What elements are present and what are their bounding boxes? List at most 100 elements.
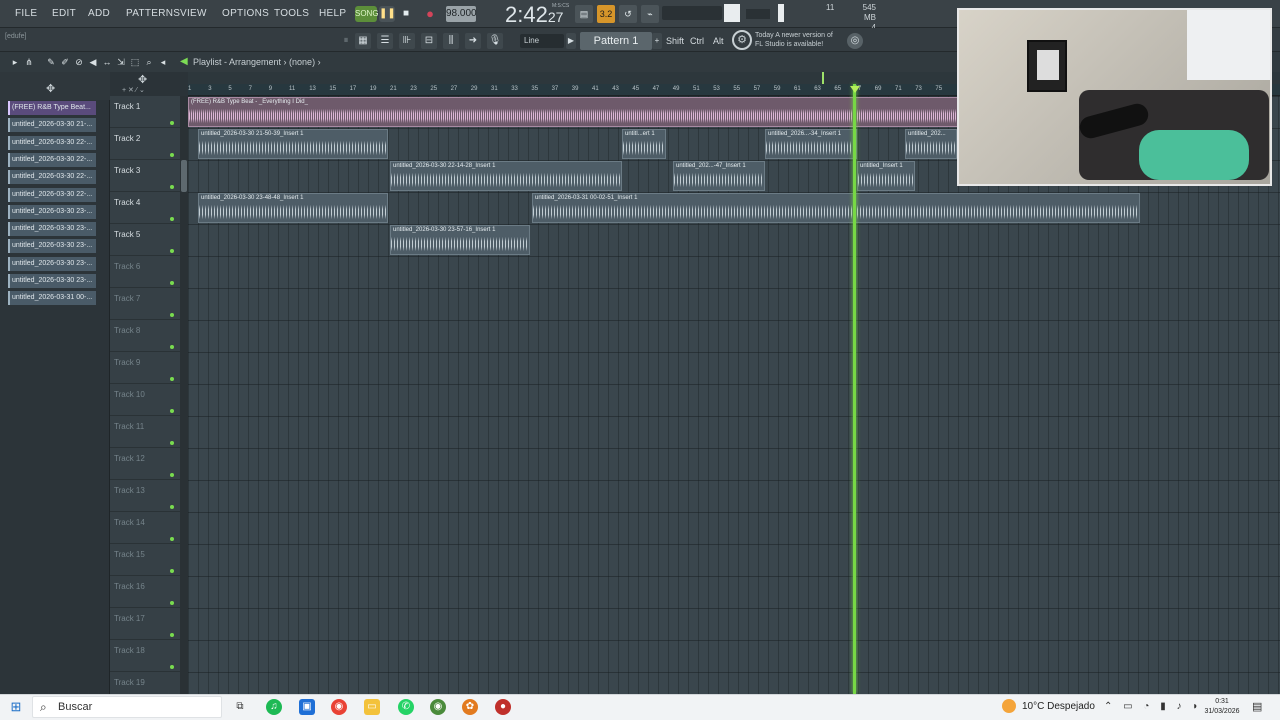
system-tray[interactable]: ⌃ ▭ ◔ ▮ ♪ ◗ xyxy=(1104,701,1202,712)
channel-rack-icon[interactable]: ☰ xyxy=(377,33,393,49)
track-header[interactable]: Track 17 xyxy=(110,608,180,640)
audio-clip[interactable]: untitl...ert 1 xyxy=(622,129,666,159)
ctrl-key-button[interactable]: Ctrl xyxy=(690,36,704,46)
typing-keyboard-icon[interactable]: ▤ xyxy=(575,5,593,23)
track-mute-led[interactable] xyxy=(170,665,174,669)
menu-patterns[interactable]: PATTERNS xyxy=(126,8,180,19)
track-header[interactable]: Track 4 xyxy=(110,192,180,224)
audio-clip[interactable]: untitled_2026-03-30 22-14-28_Insert 1 xyxy=(390,161,622,191)
chrome-icon[interactable]: ◉ xyxy=(331,699,347,715)
clip-list-item[interactable]: untitled_2026-03-31 00-... xyxy=(8,291,96,306)
pattern-prev-icon[interactable]: ▶ xyxy=(566,33,576,49)
track-mute-led[interactable] xyxy=(170,217,174,221)
obs-icon[interactable]: ● xyxy=(495,699,511,715)
loop-record-icon[interactable]: ↺ xyxy=(619,5,637,23)
pattern-add-icon[interactable]: + xyxy=(652,33,662,49)
stop-button[interactable]: ■ xyxy=(399,6,413,22)
track-header[interactable]: Track 7 xyxy=(110,288,180,320)
plugin-picker-icon[interactable]: ➜ xyxy=(465,33,481,49)
browser-icon[interactable]: ⫼ xyxy=(443,33,459,49)
audio-clip[interactable]: untitled_2026...-34_Insert 1 xyxy=(765,129,857,159)
track-mute-led[interactable] xyxy=(170,569,174,573)
track-mute-led[interactable] xyxy=(170,281,174,285)
track-header[interactable]: Track 10 xyxy=(110,384,180,416)
store-icon[interactable]: ▣ xyxy=(299,699,315,715)
track-mute-led[interactable] xyxy=(170,313,174,317)
clip-list-item[interactable]: untitled_2026-03-30 21-... xyxy=(8,118,96,133)
track-mute-led[interactable] xyxy=(170,441,174,445)
playhead[interactable] xyxy=(853,84,856,694)
playlist-menu-icon[interactable]: ▸ xyxy=(10,57,20,67)
microphone-icon[interactable]: 🎙 xyxy=(487,33,503,49)
select-tool-icon[interactable]: ⬚ xyxy=(130,57,140,67)
spotify-icon[interactable]: ♫ xyxy=(266,699,282,715)
playlist-icon[interactable]: ▦ xyxy=(355,33,371,49)
audio-clip[interactable]: untitled_2026-03-30 23-48-48_Insert 1 xyxy=(198,193,388,223)
track-header[interactable]: Track 12 xyxy=(110,448,180,480)
track-header[interactable]: Track 5 xyxy=(110,224,180,256)
chrome-profile-icon[interactable]: ◉ xyxy=(430,699,446,715)
draw-tool-icon[interactable]: ✎ xyxy=(46,57,56,67)
mixer-icon[interactable]: ⊟ xyxy=(421,33,437,49)
playback-tool-icon[interactable]: ◂ xyxy=(158,57,168,67)
audio-clip[interactable]: untitled_202... xyxy=(905,129,957,159)
arrangement-name[interactable]: (none) xyxy=(289,57,315,67)
track-mute-led[interactable] xyxy=(170,249,174,253)
track-mute-led[interactable] xyxy=(170,409,174,413)
master-pitch[interactable] xyxy=(746,9,770,19)
weather-icon[interactable] xyxy=(1002,699,1016,713)
weather-text[interactable]: 10°C Despejado xyxy=(1022,701,1095,712)
track-header[interactable]: Track 13 xyxy=(110,480,180,512)
track-header[interactable]: Track 8 xyxy=(110,320,180,352)
playlist-move-icon[interactable]: ✥ xyxy=(138,73,147,86)
tempo-display[interactable]: 98.000 xyxy=(446,6,477,22)
paint-tool-icon[interactable]: ✐ xyxy=(60,57,70,67)
clip-list-item[interactable]: (FREE) R&B Type Beat... xyxy=(8,101,96,115)
delete-tool-icon[interactable]: ⊘ xyxy=(74,57,84,67)
pattern-selector[interactable]: Pattern 1 xyxy=(580,32,652,50)
move-icon[interactable]: ✥ xyxy=(46,82,55,95)
step-edit-icon[interactable]: ⌁ xyxy=(641,5,659,23)
track-header[interactable]: Track 14 xyxy=(110,512,180,544)
menu-file[interactable]: FILE xyxy=(15,8,37,19)
song-mode-toggle[interactable]: SONG xyxy=(355,6,379,22)
clip-list-item[interactable]: untitled_2026-03-30 23-... xyxy=(8,239,96,254)
track-header[interactable]: Track 11 xyxy=(110,416,180,448)
playlist-play-icon[interactable]: ◀ xyxy=(180,56,188,67)
track-header[interactable]: Track 15 xyxy=(110,544,180,576)
audio-clip[interactable]: untitled_202...-47_Insert 1 xyxy=(673,161,765,191)
playhead-marker[interactable] xyxy=(850,86,860,93)
ruler-add-icon[interactable]: + ✕ ⁄ ⌄ xyxy=(122,86,145,94)
track-mute-led[interactable] xyxy=(170,345,174,349)
audio-clip[interactable]: untitled_2026-03-30 21-50-39_Insert 1 xyxy=(198,129,388,159)
menu-options[interactable]: OPTIONS xyxy=(222,8,269,19)
track-header[interactable]: Track 6 xyxy=(110,256,180,288)
online-icon[interactable]: ◎ xyxy=(847,33,863,49)
track-mute-led[interactable] xyxy=(170,377,174,381)
track-header[interactable]: Track 16 xyxy=(110,576,180,608)
pause-button[interactable]: ❚❚ xyxy=(379,6,396,22)
audio-clip[interactable]: untitled_2026-03-30 23-57-16_Insert 1 xyxy=(390,225,530,255)
mute-tool-icon[interactable]: ◀ xyxy=(88,57,98,67)
windows-start-icon[interactable]: ⊞ xyxy=(9,700,23,714)
clip-list-item[interactable]: untitled_2026-03-30 22-... xyxy=(8,152,96,167)
piano-roll-icon[interactable]: ⊪ xyxy=(399,33,415,49)
track-mute-led[interactable] xyxy=(170,185,174,189)
record-button[interactable]: ● xyxy=(422,6,438,22)
wait-icon[interactable]: ⏸ xyxy=(338,33,354,49)
track-mute-led[interactable] xyxy=(170,601,174,605)
slice-tool-icon[interactable]: ⇲ xyxy=(116,57,126,67)
shift-key-button[interactable]: Shift xyxy=(666,36,684,46)
track-header[interactable]: Track 9 xyxy=(110,352,180,384)
clip-list-item[interactable]: untitled_2026-03-30 22-... xyxy=(8,170,96,185)
vertical-scroll-thumb[interactable] xyxy=(181,160,187,192)
menu-help[interactable]: HELP xyxy=(319,8,346,19)
track-mute-led[interactable] xyxy=(170,537,174,541)
alt-key-button[interactable]: Alt xyxy=(713,36,724,46)
magnet-icon[interactable]: ⋔ xyxy=(24,57,34,67)
fl-studio-icon[interactable]: ✿ xyxy=(462,699,478,715)
track-mute-led[interactable] xyxy=(170,633,174,637)
track-mute-led[interactable] xyxy=(170,121,174,125)
file-explorer-icon[interactable]: ▭ xyxy=(364,699,380,715)
whatsapp-icon[interactable]: ✆ xyxy=(398,699,414,715)
